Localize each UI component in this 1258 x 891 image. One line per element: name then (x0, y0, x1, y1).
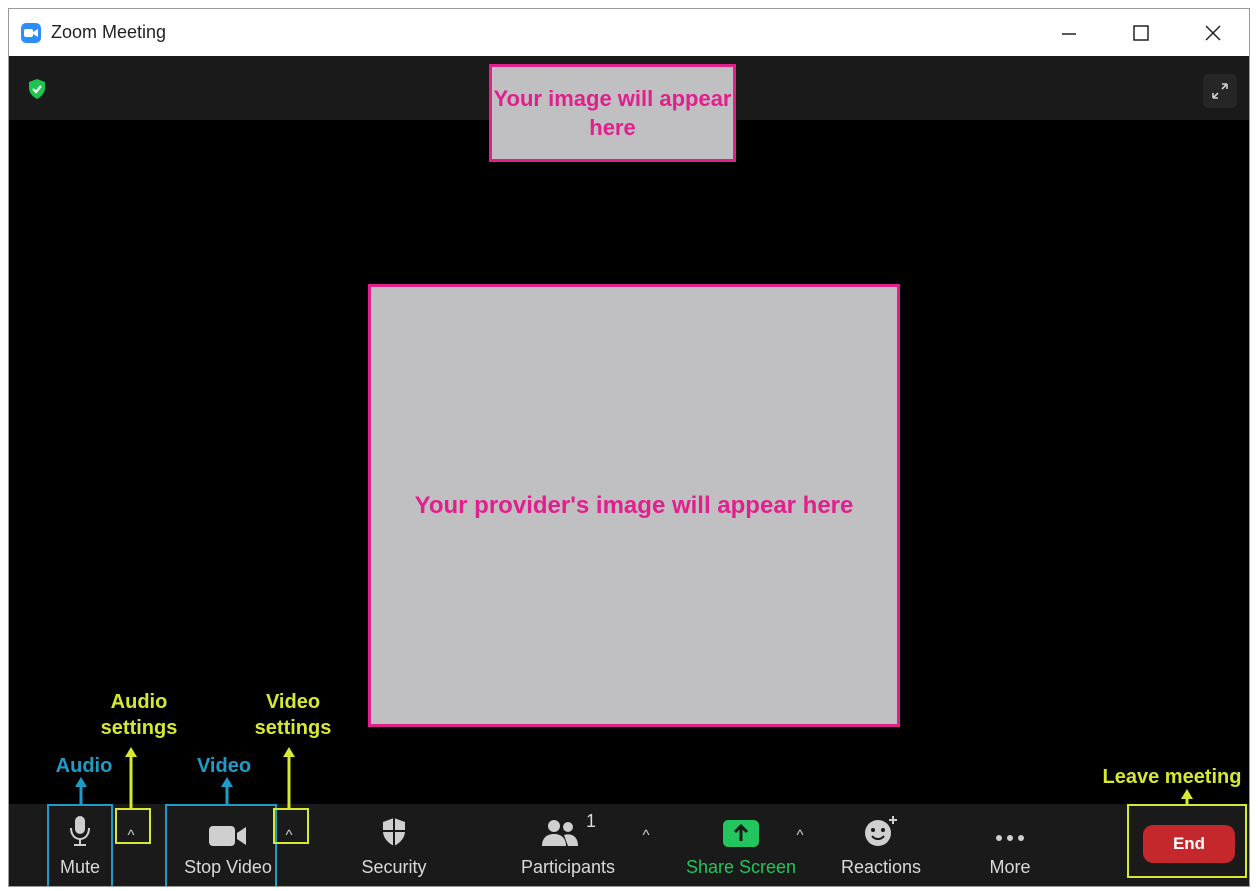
zoom-window: Zoom Meeting Your image will appear here… (8, 8, 1250, 887)
video-annotation: Video (196, 755, 252, 777)
audio-settings-annotation: Audio settings (100, 691, 178, 739)
video-settings-annotation: Video settings (254, 691, 332, 739)
audio-annotation: Audio (55, 755, 113, 777)
leave-meeting-annotation: Leave meeting (1102, 766, 1242, 788)
